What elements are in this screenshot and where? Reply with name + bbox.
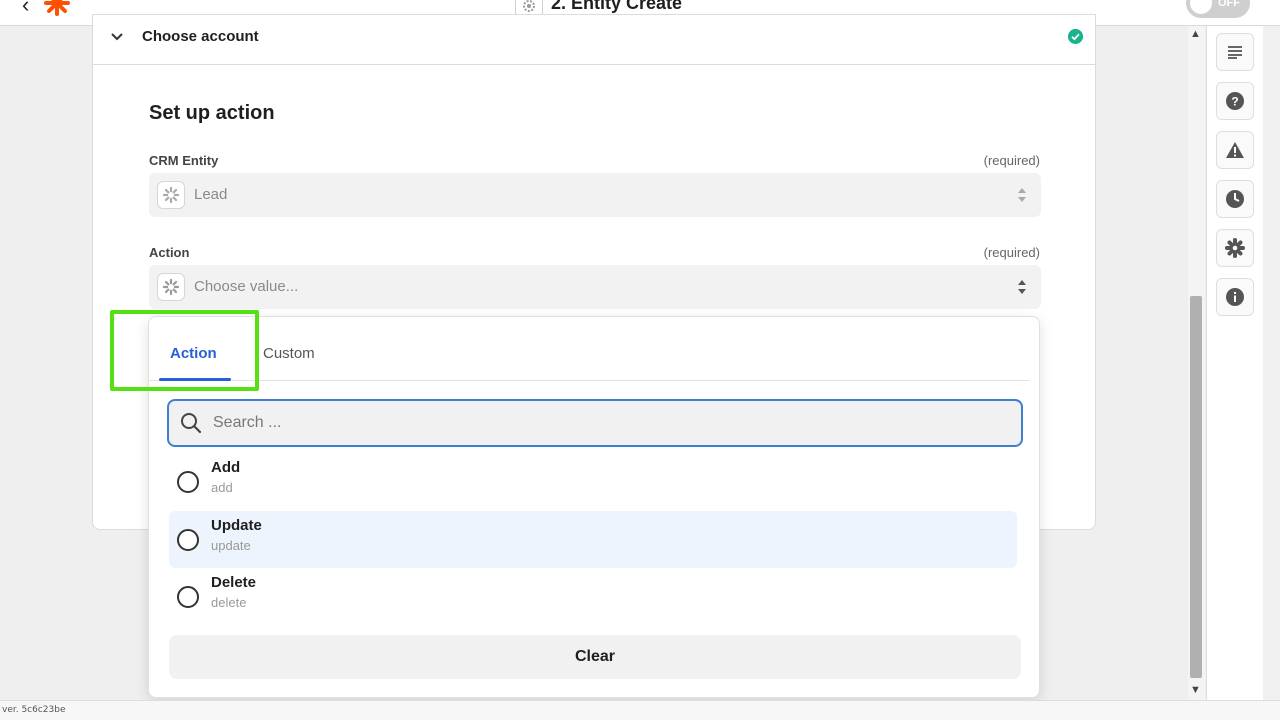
version-text: ver. 5c6c23be (2, 705, 66, 715)
toggle-label: OFF (1218, 0, 1240, 9)
right-sidebar: ? (1206, 26, 1263, 700)
select-arrows-icon (1018, 188, 1026, 202)
page-gutter (1263, 26, 1280, 700)
crm-entity-value: Lead (194, 186, 228, 203)
step-title-text: 2. Entity Create (551, 0, 683, 13)
search-input[interactable] (213, 412, 993, 434)
action-label: Action (149, 245, 190, 260)
help-icon: ? (1226, 92, 1244, 110)
option-title: Update (211, 517, 262, 534)
history-button[interactable] (1216, 180, 1254, 218)
dropdown-search[interactable] (167, 399, 1023, 447)
check-circle-icon (1068, 29, 1083, 44)
crm-entity-required: (required) (983, 153, 1040, 168)
radio-button[interactable] (177, 586, 199, 608)
settings-icon (1225, 238, 1245, 258)
option-subtitle: update (211, 538, 251, 553)
chevron-down-icon (111, 33, 123, 41)
info-button[interactable] (1216, 278, 1254, 316)
tab-custom[interactable]: Custom (263, 345, 315, 362)
scroll-up-icon[interactable]: ▲ (1190, 28, 1201, 40)
option-subtitle: delete (211, 595, 247, 610)
crm-entity-select[interactable]: Lead (149, 173, 1041, 217)
dropdown-tabs: Action Custom (149, 317, 1030, 381)
app-gear-icon (157, 273, 185, 301)
action-dropdown: Action Custom Add add Update update Dele… (148, 316, 1040, 698)
list-icon (1228, 46, 1242, 59)
clock-icon (1226, 190, 1244, 208)
option-title: Delete (211, 574, 257, 591)
radio-button[interactable] (177, 471, 199, 493)
option-update[interactable]: Update update (169, 511, 1017, 568)
toggle-knob (1190, 0, 1212, 14)
scroll-down-icon[interactable]: ▼ (1190, 684, 1201, 696)
status-bar: ver. 5c6c23be (0, 700, 1280, 720)
action-placeholder: Choose value... (194, 278, 299, 295)
svg-text:?: ? (1231, 95, 1238, 109)
warnings-button[interactable] (1216, 131, 1254, 169)
option-subtitle: add (211, 480, 233, 495)
search-icon (181, 413, 202, 434)
select-arrows-icon (1018, 280, 1026, 294)
setup-action-title: Set up action (149, 102, 275, 124)
scrollbar-thumb[interactable] (1190, 296, 1202, 678)
zap-on-off-toggle[interactable]: OFF (1186, 0, 1250, 18)
action-select[interactable]: Choose value... (149, 265, 1041, 309)
action-required: (required) (983, 245, 1040, 260)
option-delete[interactable]: Delete delete (169, 568, 1017, 625)
details-button[interactable] (1216, 33, 1254, 71)
help-button[interactable]: ? (1216, 82, 1254, 120)
crm-entity-label: CRM Entity (149, 153, 219, 168)
clear-button[interactable]: Clear (169, 635, 1021, 679)
option-add[interactable]: Add add (169, 453, 1017, 510)
warning-icon (1226, 142, 1244, 158)
highlight-box (110, 310, 259, 391)
info-icon (1226, 288, 1244, 306)
choose-account-section-header[interactable]: Choose account (93, 15, 1095, 65)
zapier-logo-icon[interactable] (44, 0, 70, 16)
back-arrow-icon[interactable]: ‹ (22, 0, 29, 18)
app-gear-icon (157, 181, 185, 209)
option-title: Add (211, 459, 241, 476)
radio-button[interactable] (177, 529, 199, 551)
choose-account-label: Choose account (142, 28, 259, 45)
settings-button[interactable] (1216, 229, 1254, 267)
